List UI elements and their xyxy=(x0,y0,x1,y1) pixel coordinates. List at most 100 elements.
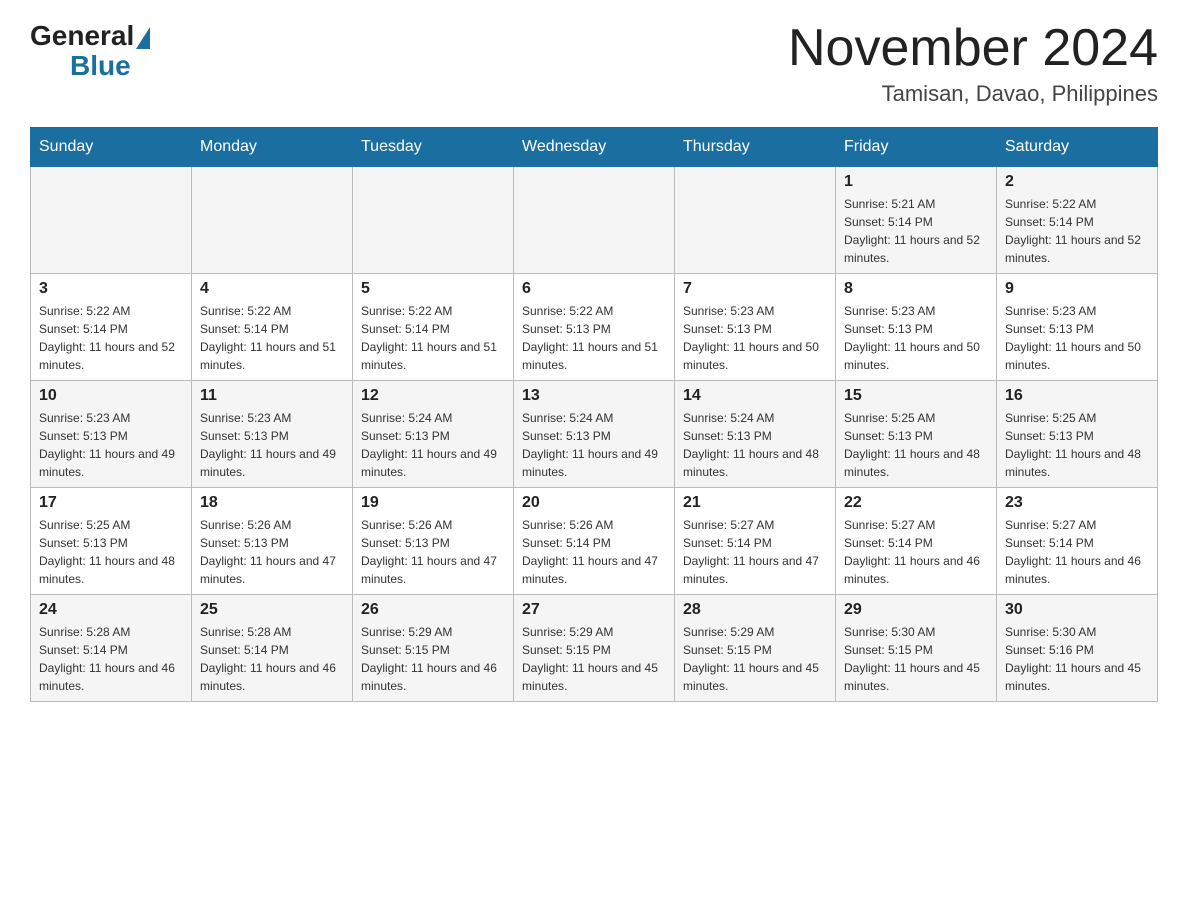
day-info: Sunrise: 5:24 AM Sunset: 5:13 PM Dayligh… xyxy=(683,409,827,481)
calendar-header-row: SundayMondayTuesdayWednesdayThursdayFrid… xyxy=(31,128,1158,167)
day-info: Sunrise: 5:23 AM Sunset: 5:13 PM Dayligh… xyxy=(683,302,827,374)
calendar-cell: 26 Sunrise: 5:29 AM Sunset: 5:15 PM Dayli… xyxy=(353,595,514,702)
day-number: 29 xyxy=(844,601,988,619)
calendar-header-wednesday: Wednesday xyxy=(514,128,675,167)
calendar-cell: 24 Sunrise: 5:28 AM Sunset: 5:14 PM Dayli… xyxy=(31,595,192,702)
day-number: 18 xyxy=(200,494,344,512)
day-number: 21 xyxy=(683,494,827,512)
day-number: 25 xyxy=(200,601,344,619)
calendar-cell: 25 Sunrise: 5:28 AM Sunset: 5:14 PM Dayli… xyxy=(192,595,353,702)
calendar-cell: 23 Sunrise: 5:27 AM Sunset: 5:14 PM Dayli… xyxy=(997,488,1158,595)
logo: General Blue xyxy=(30,20,150,82)
calendar-cell: 7 Sunrise: 5:23 AM Sunset: 5:13 PM Daylig… xyxy=(675,274,836,381)
day-info: Sunrise: 5:24 AM Sunset: 5:13 PM Dayligh… xyxy=(361,409,505,481)
day-info: Sunrise: 5:22 AM Sunset: 5:14 PM Dayligh… xyxy=(361,302,505,374)
logo-general-text: General xyxy=(30,20,134,52)
calendar-header-tuesday: Tuesday xyxy=(353,128,514,167)
day-info: Sunrise: 5:27 AM Sunset: 5:14 PM Dayligh… xyxy=(1005,516,1149,588)
day-number: 15 xyxy=(844,387,988,405)
calendar-cell: 1 Sunrise: 5:21 AM Sunset: 5:14 PM Daylig… xyxy=(836,167,997,274)
calendar-week-row: 17 Sunrise: 5:25 AM Sunset: 5:13 PM Dayli… xyxy=(31,488,1158,595)
day-info: Sunrise: 5:25 AM Sunset: 5:13 PM Dayligh… xyxy=(844,409,988,481)
calendar-week-row: 10 Sunrise: 5:23 AM Sunset: 5:13 PM Dayli… xyxy=(31,381,1158,488)
day-info: Sunrise: 5:29 AM Sunset: 5:15 PM Dayligh… xyxy=(683,623,827,695)
calendar-header-sunday: Sunday xyxy=(31,128,192,167)
day-number: 12 xyxy=(361,387,505,405)
day-info: Sunrise: 5:30 AM Sunset: 5:16 PM Dayligh… xyxy=(1005,623,1149,695)
day-info: Sunrise: 5:22 AM Sunset: 5:14 PM Dayligh… xyxy=(1005,195,1149,267)
title-section: November 2024 Tamisan, Davao, Philippine… xyxy=(788,20,1158,107)
day-number: 26 xyxy=(361,601,505,619)
day-info: Sunrise: 5:28 AM Sunset: 5:14 PM Dayligh… xyxy=(39,623,183,695)
calendar-cell xyxy=(192,167,353,274)
calendar-week-row: 3 Sunrise: 5:22 AM Sunset: 5:14 PM Daylig… xyxy=(31,274,1158,381)
day-info: Sunrise: 5:22 AM Sunset: 5:14 PM Dayligh… xyxy=(39,302,183,374)
day-number: 30 xyxy=(1005,601,1149,619)
calendar-week-row: 1 Sunrise: 5:21 AM Sunset: 5:14 PM Daylig… xyxy=(31,167,1158,274)
calendar-cell: 12 Sunrise: 5:24 AM Sunset: 5:13 PM Dayli… xyxy=(353,381,514,488)
calendar-header-friday: Friday xyxy=(836,128,997,167)
day-number: 1 xyxy=(844,173,988,191)
calendar-header-monday: Monday xyxy=(192,128,353,167)
calendar-cell: 28Sunrise: 5:29 AM Sunset: 5:15 PM Dayli… xyxy=(675,595,836,702)
calendar-cell: 17 Sunrise: 5:25 AM Sunset: 5:13 PM Dayli… xyxy=(31,488,192,595)
day-info: Sunrise: 5:25 AM Sunset: 5:13 PM Dayligh… xyxy=(1005,409,1149,481)
day-number: 6 xyxy=(522,280,666,298)
day-number: 23 xyxy=(1005,494,1149,512)
calendar-cell: 16Sunrise: 5:25 AM Sunset: 5:13 PM Dayli… xyxy=(997,381,1158,488)
day-info: Sunrise: 5:30 AM Sunset: 5:15 PM Dayligh… xyxy=(844,623,988,695)
calendar-cell xyxy=(31,167,192,274)
day-number: 14 xyxy=(683,387,827,405)
day-number: 22 xyxy=(844,494,988,512)
day-info: Sunrise: 5:22 AM Sunset: 5:13 PM Dayligh… xyxy=(522,302,666,374)
location-subtitle: Tamisan, Davao, Philippines xyxy=(788,81,1158,107)
logo-blue-text: Blue xyxy=(70,50,131,81)
page-header: General Blue November 2024 Tamisan, Dava… xyxy=(30,20,1158,107)
calendar-cell: 20Sunrise: 5:26 AM Sunset: 5:14 PM Dayli… xyxy=(514,488,675,595)
day-info: Sunrise: 5:21 AM Sunset: 5:14 PM Dayligh… xyxy=(844,195,988,267)
day-number: 17 xyxy=(39,494,183,512)
calendar-cell xyxy=(675,167,836,274)
day-number: 19 xyxy=(361,494,505,512)
day-info: Sunrise: 5:23 AM Sunset: 5:13 PM Dayligh… xyxy=(39,409,183,481)
day-info: Sunrise: 5:26 AM Sunset: 5:13 PM Dayligh… xyxy=(200,516,344,588)
day-info: Sunrise: 5:22 AM Sunset: 5:14 PM Dayligh… xyxy=(200,302,344,374)
calendar-cell: 21 Sunrise: 5:27 AM Sunset: 5:14 PM Dayli… xyxy=(675,488,836,595)
calendar-cell: 9Sunrise: 5:23 AM Sunset: 5:13 PM Daylig… xyxy=(997,274,1158,381)
calendar-cell: 10 Sunrise: 5:23 AM Sunset: 5:13 PM Dayli… xyxy=(31,381,192,488)
calendar-cell: 6 Sunrise: 5:22 AM Sunset: 5:13 PM Daylig… xyxy=(514,274,675,381)
day-info: Sunrise: 5:24 AM Sunset: 5:13 PM Dayligh… xyxy=(522,409,666,481)
day-info: Sunrise: 5:29 AM Sunset: 5:15 PM Dayligh… xyxy=(522,623,666,695)
day-number: 8 xyxy=(844,280,988,298)
day-info: Sunrise: 5:29 AM Sunset: 5:15 PM Dayligh… xyxy=(361,623,505,695)
day-number: 7 xyxy=(683,280,827,298)
calendar-header-thursday: Thursday xyxy=(675,128,836,167)
calendar-cell: 13Sunrise: 5:24 AM Sunset: 5:13 PM Dayli… xyxy=(514,381,675,488)
calendar-cell: 19 Sunrise: 5:26 AM Sunset: 5:13 PM Dayli… xyxy=(353,488,514,595)
calendar-cell: 29 Sunrise: 5:30 AM Sunset: 5:15 PM Dayli… xyxy=(836,595,997,702)
day-info: Sunrise: 5:23 AM Sunset: 5:13 PM Dayligh… xyxy=(200,409,344,481)
day-info: Sunrise: 5:25 AM Sunset: 5:13 PM Dayligh… xyxy=(39,516,183,588)
calendar-cell: 18 Sunrise: 5:26 AM Sunset: 5:13 PM Dayli… xyxy=(192,488,353,595)
day-number: 2 xyxy=(1005,173,1149,191)
calendar-cell: 2 Sunrise: 5:22 AM Sunset: 5:14 PM Daylig… xyxy=(997,167,1158,274)
day-number: 3 xyxy=(39,280,183,298)
calendar-cell: 5 Sunrise: 5:22 AM Sunset: 5:14 PM Daylig… xyxy=(353,274,514,381)
calendar-cell xyxy=(353,167,514,274)
day-info: Sunrise: 5:28 AM Sunset: 5:14 PM Dayligh… xyxy=(200,623,344,695)
calendar-cell: 14 Sunrise: 5:24 AM Sunset: 5:13 PM Dayli… xyxy=(675,381,836,488)
day-info: Sunrise: 5:23 AM Sunset: 5:13 PM Dayligh… xyxy=(1005,302,1149,374)
day-info: Sunrise: 5:27 AM Sunset: 5:14 PM Dayligh… xyxy=(683,516,827,588)
day-info: Sunrise: 5:26 AM Sunset: 5:13 PM Dayligh… xyxy=(361,516,505,588)
calendar-cell: 27Sunrise: 5:29 AM Sunset: 5:15 PM Dayli… xyxy=(514,595,675,702)
calendar-cell: 30 Sunrise: 5:30 AM Sunset: 5:16 PM Dayli… xyxy=(997,595,1158,702)
calendar-table: SundayMondayTuesdayWednesdayThursdayFrid… xyxy=(30,127,1158,702)
day-number: 24 xyxy=(39,601,183,619)
calendar-cell: 8Sunrise: 5:23 AM Sunset: 5:13 PM Daylig… xyxy=(836,274,997,381)
day-number: 10 xyxy=(39,387,183,405)
month-year-title: November 2024 xyxy=(788,20,1158,77)
calendar-cell: 4Sunrise: 5:22 AM Sunset: 5:14 PM Daylig… xyxy=(192,274,353,381)
day-number: 5 xyxy=(361,280,505,298)
day-number: 20 xyxy=(522,494,666,512)
calendar-cell: 15 Sunrise: 5:25 AM Sunset: 5:13 PM Dayli… xyxy=(836,381,997,488)
